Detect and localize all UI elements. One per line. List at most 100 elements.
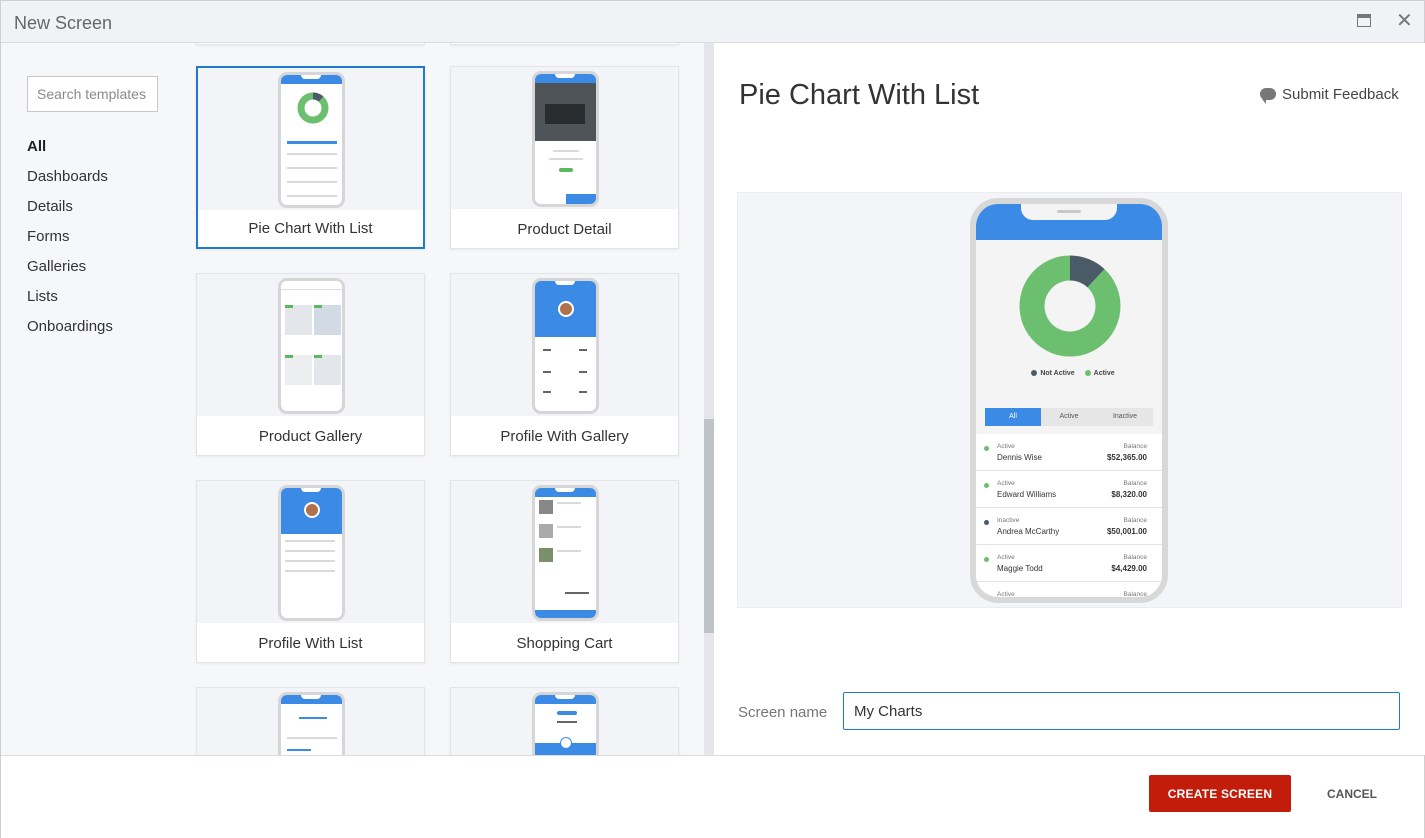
template-thumbnail xyxy=(451,67,678,209)
template-card[interactable] xyxy=(450,43,679,45)
template-label: Profile With Gallery xyxy=(500,428,629,445)
item-name: Maggie Todd xyxy=(997,564,1043,573)
template-card-product-detail[interactable]: Product Detail xyxy=(450,66,679,249)
template-grid: Pie Chart With List Product Detail Produ… xyxy=(179,43,704,755)
screen-name-input[interactable] xyxy=(843,692,1400,730)
new-screen-dialog: New Screen ✕ All Dashboards Details Form… xyxy=(0,0,1425,838)
list-item: Active Balance xyxy=(976,582,1162,598)
maximize-icon[interactable] xyxy=(1357,14,1371,27)
status-dot xyxy=(984,446,989,451)
template-card-pie-chart-with-list[interactable]: Pie Chart With List xyxy=(196,66,425,249)
preview-image: Not Active Active All Active Inactive Ac… xyxy=(738,193,1401,607)
template-label: Product Gallery xyxy=(258,428,363,445)
item-amount: $52,365.00 xyxy=(1106,453,1147,462)
phone-thumbnail xyxy=(531,278,599,414)
balance-label: Balance xyxy=(1123,554,1148,561)
phone-thumbnail xyxy=(531,485,599,621)
template-preview-panel: Pie Chart With List Submit Feedback Not … xyxy=(714,43,1425,755)
category-forms[interactable]: Forms xyxy=(27,228,70,245)
list-item: Active Maggie Todd Balance $4,429.00 xyxy=(976,545,1162,582)
template-label: Shopping Cart xyxy=(516,635,613,652)
category-details[interactable]: Details xyxy=(27,198,73,215)
item-status: Inactive xyxy=(997,517,1020,524)
template-card-product-gallery[interactable]: Product Gallery xyxy=(196,273,425,456)
speech-bubble-icon xyxy=(1260,88,1276,104)
template-card-profile-with-list[interactable]: Profile With List xyxy=(196,480,425,663)
grid-scrollbar[interactable] xyxy=(704,43,714,755)
template-label: Product Detail xyxy=(517,221,612,238)
preview-title: Pie Chart With List xyxy=(739,79,980,111)
template-card-profile-with-gallery[interactable]: Profile With Gallery xyxy=(450,273,679,456)
submit-feedback-label: Submit Feedback xyxy=(1282,86,1399,103)
legend-not-active: Not Active xyxy=(1040,370,1075,377)
template-card[interactable] xyxy=(450,687,679,755)
dialog-title: New Screen xyxy=(14,13,113,33)
template-thumbnail xyxy=(451,481,678,623)
balance-label: Balance xyxy=(1123,591,1148,598)
donut-slice-active xyxy=(1019,255,1121,357)
status-dot xyxy=(984,594,989,597)
item-amount: $8,320.00 xyxy=(1111,490,1147,499)
category-dashboards[interactable]: Dashboards xyxy=(27,168,108,185)
template-thumbnail xyxy=(197,274,424,416)
balance-label: Balance xyxy=(1123,517,1148,524)
legend-active: Active xyxy=(1093,370,1115,377)
template-thumbnail xyxy=(451,274,678,416)
tab-inactive: Inactive xyxy=(1112,413,1138,420)
template-label: Profile With List xyxy=(258,635,363,652)
list-item: Active Dennis Wise Balance $52,365.00 xyxy=(976,434,1162,471)
donut-chart xyxy=(1019,255,1121,357)
template-thumbnail xyxy=(198,68,423,210)
item-amount: $50,001.00 xyxy=(1106,527,1147,536)
tab-all: All xyxy=(985,408,1041,426)
phone-thumbnail xyxy=(277,278,345,414)
screen-name-label: Screen name xyxy=(738,704,828,721)
mini-donut-chart xyxy=(297,92,328,124)
item-name: Dennis Wise xyxy=(997,453,1042,462)
create-screen-button[interactable]: CREATE SCREEN xyxy=(1149,775,1291,812)
list-item: Active Edward Williams Balance $8,320.00 xyxy=(976,471,1162,508)
status-dot xyxy=(984,520,989,525)
template-label: Pie Chart With List xyxy=(248,220,373,237)
chart-legend: Not Active Active xyxy=(976,370,1162,377)
category-lists[interactable]: Lists xyxy=(27,288,58,305)
item-name: Edward Williams xyxy=(997,490,1057,499)
filter-tabs: All Active Inactive xyxy=(985,408,1153,426)
category-sidebar: All Dashboards Details Forms Galleries L… xyxy=(1,43,179,755)
legend-dot-active xyxy=(1084,370,1091,376)
scrollbar-thumb[interactable] xyxy=(704,419,714,633)
phone-mockup: Not Active Active All Active Inactive Ac… xyxy=(970,198,1168,603)
submit-feedback-link[interactable]: Submit Feedback xyxy=(1260,86,1399,104)
item-name: Andrea McCarthy xyxy=(997,527,1060,536)
item-status: Active xyxy=(997,480,1015,487)
item-amount: $4,429.00 xyxy=(1111,564,1147,573)
cancel-button[interactable]: CANCEL xyxy=(1315,775,1389,812)
template-thumbnail xyxy=(197,481,424,623)
list-item: Inactive Andrea McCarthy Balance $50,001… xyxy=(976,508,1162,545)
status-dot xyxy=(984,483,989,488)
title-bar: New Screen ✕ xyxy=(1,1,1424,43)
donut-slice-not-active xyxy=(1069,255,1105,288)
category-onboardings[interactable]: Onboardings xyxy=(27,318,113,335)
legend-dot-not-active xyxy=(1031,370,1038,376)
template-card[interactable] xyxy=(196,687,425,755)
status-dot xyxy=(984,557,989,562)
phone-thumbnail xyxy=(531,71,599,207)
close-icon[interactable]: ✕ xyxy=(1396,9,1413,33)
search-templates-input[interactable] xyxy=(27,76,158,112)
category-all[interactable]: All xyxy=(27,138,46,155)
phone-notch xyxy=(1021,204,1117,220)
account-list: Active Dennis Wise Balance $52,365.00 Ac… xyxy=(976,434,1162,598)
template-card-shopping-cart[interactable]: Shopping Cart xyxy=(450,480,679,663)
phone-thumbnail xyxy=(277,72,345,208)
balance-label: Balance xyxy=(1123,480,1148,487)
tab-active: Active xyxy=(1059,413,1079,420)
balance-label: Balance xyxy=(1123,443,1148,450)
phone-thumbnail xyxy=(277,485,345,621)
item-status: Active xyxy=(997,554,1015,561)
item-status: Active xyxy=(997,443,1015,450)
dialog-footer: CREATE SCREEN CANCEL xyxy=(1,755,1424,838)
item-status: Active xyxy=(997,591,1015,598)
template-card[interactable] xyxy=(196,43,425,45)
category-galleries[interactable]: Galleries xyxy=(27,258,86,275)
